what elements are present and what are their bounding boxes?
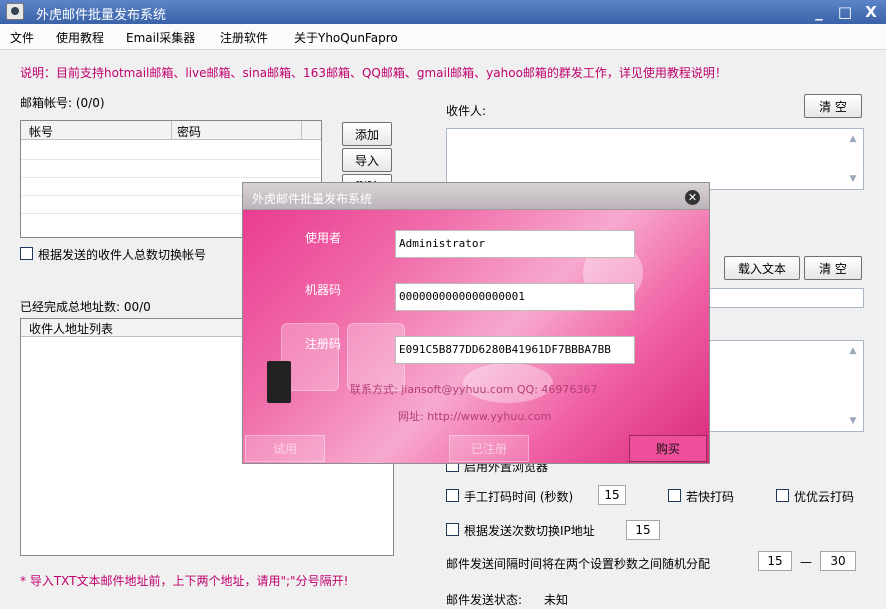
machine-code-label: 机器码 <box>305 283 342 297</box>
accounts-label: 邮箱帐号: (0/0) <box>20 96 105 110</box>
scroll-up-icon[interactable]: ▲ <box>846 132 860 146</box>
notice-text: 说明：目前支持hotmail邮箱、live邮箱、sina邮箱、163邮箱、QQ邮… <box>20 66 727 80</box>
machine-code-field[interactable]: 0000000000000000001 <box>395 283 635 311</box>
title-bar[interactable]: 外虎邮件批量发布系统 _ □ X <box>0 0 886 24</box>
scroll-down-icon[interactable]: ▼ <box>846 414 860 428</box>
close-button[interactable]: X <box>858 1 884 23</box>
column-password[interactable]: 密码 <box>177 123 201 140</box>
fast-captcha-checkbox[interactable] <box>668 489 681 502</box>
menu-bar: 文件 使用教程 Email采集器 注册软件 关于YhoQunFapro <box>0 24 886 50</box>
fast-captcha-label: 若快打码 <box>686 490 735 504</box>
import-hint: * 导入TXT文本邮件地址前，上下两个地址，请用";"分号隔开! <box>20 574 349 588</box>
registration-dialog: 外虎邮件批量发布系统 ✕ 使用者 Administrator 机器码 00000… <box>243 183 709 463</box>
youyou-captcha-checkbox[interactable] <box>776 489 789 502</box>
switch-account-checkbox[interactable] <box>20 247 33 260</box>
menu-about[interactable]: 关于YhoQunFapro <box>294 29 398 46</box>
progress-label: 已经完成总地址数: 00/0 <box>20 300 151 314</box>
menu-register[interactable]: 注册软件 <box>220 29 268 46</box>
recipients-input[interactable]: ▲ ▼ <box>446 128 864 190</box>
buy-button[interactable]: 购买 <box>629 435 707 462</box>
manual-captcha-seconds-input[interactable]: 15 <box>598 485 626 505</box>
reg-code-field[interactable]: E091C5B877DD6280B41961DF7BBBA7BB <box>395 336 635 364</box>
menu-file[interactable]: 文件 <box>10 29 34 46</box>
interval-min-input[interactable]: 15 <box>758 551 792 571</box>
youyou-captcha-label: 优优云打码 <box>794 490 855 504</box>
clear-recipients-button[interactable]: 清 空 <box>804 94 862 118</box>
minimize-button[interactable]: _ <box>806 1 832 23</box>
load-text-button[interactable]: 载入文本 <box>724 256 800 280</box>
switch-account-label: 根据发送的收件人总数切换帐号 <box>38 248 207 262</box>
switch-ip-count-input[interactable]: 15 <box>626 520 660 540</box>
address-list-title: 收件人地址列表 <box>29 322 114 336</box>
recipients-label: 收件人: <box>446 104 487 118</box>
switch-ip-checkbox[interactable] <box>446 523 459 536</box>
window-title: 外虎邮件批量发布系统 <box>36 8 167 23</box>
user-field[interactable]: Administrator <box>395 230 635 258</box>
trial-button[interactable]: 试用 <box>245 435 325 462</box>
column-account[interactable]: 帐号 <box>29 123 53 140</box>
dialog-title: 外虎邮件批量发布系统 <box>252 192 373 206</box>
interval-max-input[interactable]: 30 <box>820 551 856 571</box>
menu-tutorial[interactable]: 使用教程 <box>56 29 104 46</box>
user-label: 使用者 <box>305 231 342 245</box>
logo-figure-icon <box>267 361 291 403</box>
send-status-label: 邮件发送状态: <box>446 593 523 607</box>
interval-dash: — <box>800 555 812 569</box>
maximize-button[interactable]: □ <box>832 1 858 23</box>
scroll-down-icon[interactable]: ▼ <box>846 172 860 186</box>
send-status-value: 未知 <box>544 593 569 607</box>
manual-captcha-label: 手工打码时间 (秒数) <box>464 490 574 504</box>
import-account-button[interactable]: 导入 <box>342 148 392 172</box>
website-info: 网址: http://www.yyhuu.com <box>398 410 552 423</box>
clear-content-button[interactable]: 清 空 <box>804 256 862 280</box>
interval-label: 邮件发送间隔时间将在两个设置秒数之间随机分配 <box>446 557 711 571</box>
switch-ip-label: 根据发送次数切换IP地址 <box>464 524 595 538</box>
dialog-close-icon[interactable]: ✕ <box>685 190 700 205</box>
accounts-table-header: 帐号 密码 <box>21 121 321 140</box>
dialog-title-bar[interactable]: 外虎邮件批量发布系统 <box>243 183 709 210</box>
app-icon <box>6 3 24 20</box>
registered-button[interactable]: 已注册 <box>449 435 529 462</box>
menu-email-collector[interactable]: Email采集器 <box>126 29 195 46</box>
contact-info: 联系方式: jiansoft@yyhuu.com QQ: 46976367 <box>350 383 598 396</box>
scroll-up-icon[interactable]: ▲ <box>846 344 860 358</box>
manual-captcha-checkbox[interactable] <box>446 489 459 502</box>
reg-code-label: 注册码 <box>305 337 342 351</box>
add-account-button[interactable]: 添加 <box>342 122 392 146</box>
